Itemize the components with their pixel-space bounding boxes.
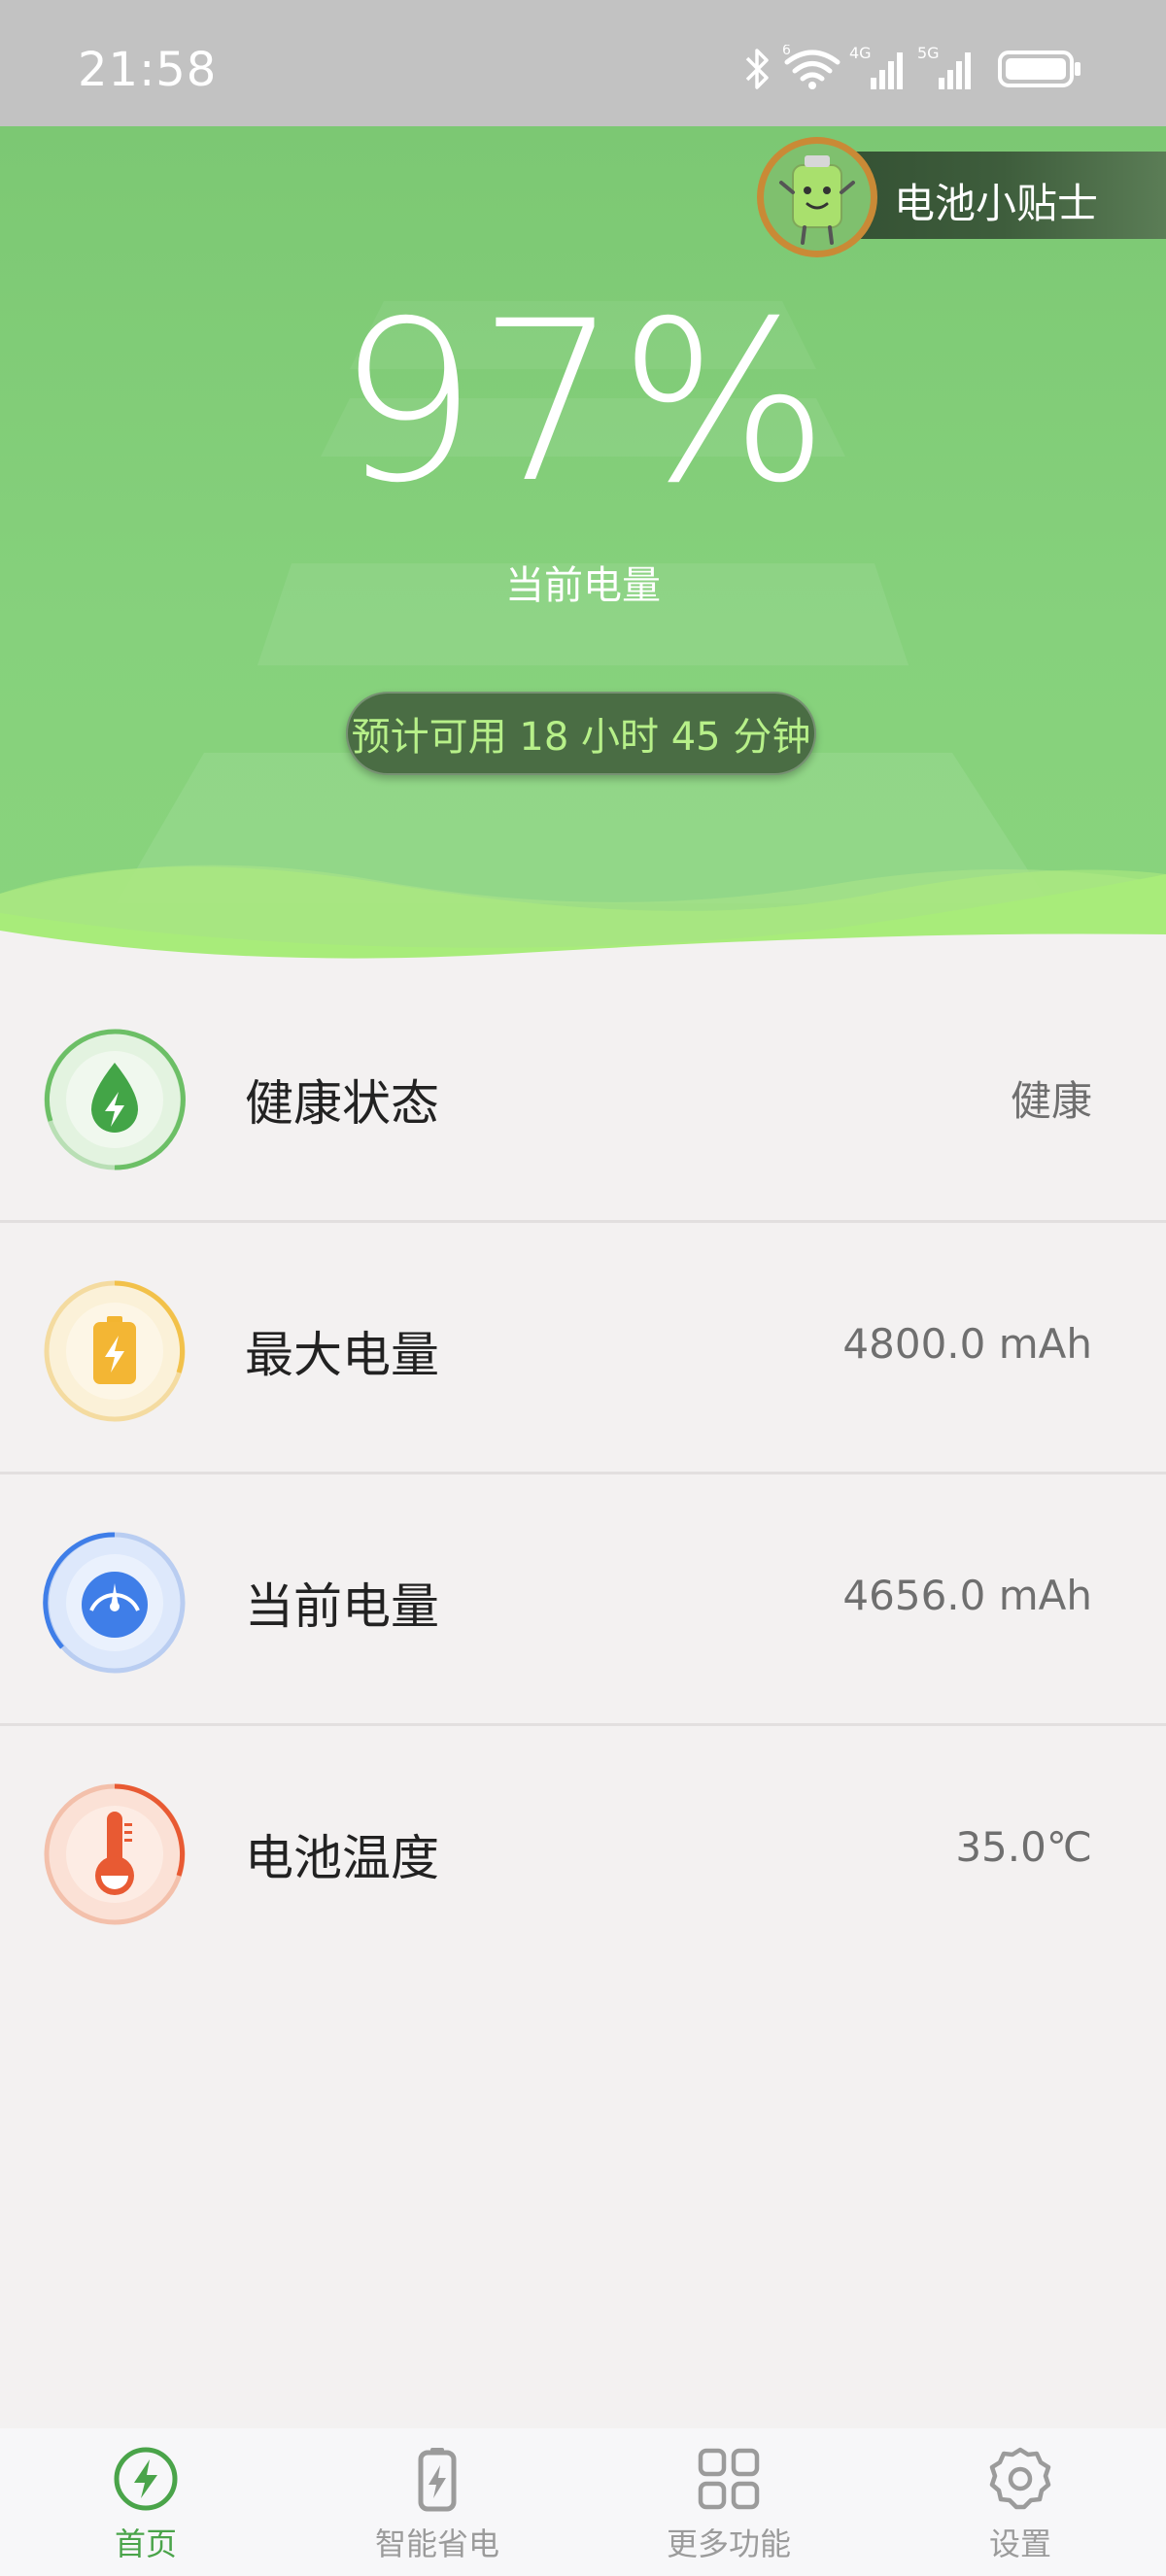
nav-label: 首页 — [114, 2525, 177, 2562]
info-row-label: 电池温度 — [245, 1830, 439, 1886]
battery-percent-caption: 当前电量 — [505, 563, 661, 608]
net1-label: 4G — [849, 45, 872, 62]
battery-mascot-icon — [757, 137, 877, 257]
estimated-usage-pill: 预计可用 18 小时 45 分钟 — [346, 692, 816, 775]
signal-5g-icon: 5G — [917, 45, 971, 89]
nav-item-smart-saving[interactable]: 智能省电 — [292, 2428, 583, 2576]
wifi-icon: 6 — [782, 45, 840, 89]
nav-label: 更多功能 — [666, 2525, 791, 2562]
nav-label: 设置 — [988, 2525, 1051, 2562]
battery-bolt-icon — [44, 1280, 186, 1422]
info-row-value: 4800.0 mAh — [842, 1320, 1092, 1368]
hero-background-decoration — [0, 301, 1166, 962]
info-row-max-capacity[interactable]: 最大电量 4800.0 mAh — [0, 1223, 1166, 1474]
bottom-navigation: 首页 智能省电 更多功能 设置 — [0, 2428, 1166, 2576]
info-row-temperature[interactable]: 电池温度 35.0℃ — [0, 1726, 1166, 1975]
status-icons: 6 4G 5G — [742, 45, 1092, 103]
thermometer-icon — [44, 1783, 186, 1925]
info-row-label: 健康状态 — [245, 1075, 439, 1132]
battery-hero: 电池小贴士 97% 当前电量 预计可用 18 小时 45 分钟 — [0, 126, 1166, 962]
battery-tips-label: 电池小贴士 — [894, 180, 1099, 227]
info-row-label: 最大电量 — [245, 1327, 439, 1383]
grid-icon — [698, 2448, 760, 2510]
battery-bolt-icon — [418, 2448, 457, 2512]
info-row-value: 35.0℃ — [955, 1823, 1092, 1871]
battery-tips-button[interactable]: 电池小贴士 — [757, 137, 1166, 257]
info-row-current-capacity[interactable]: 当前电量 4656.0 mAh — [0, 1474, 1166, 1726]
nav-item-home[interactable]: 首页 — [0, 2428, 292, 2576]
health-drop-icon — [44, 1029, 186, 1170]
wifi-badge: 6 — [782, 45, 791, 58]
battery-percent: 97% — [336, 273, 830, 531]
status-bar: 21:58 6 4G 5G — [0, 0, 1166, 126]
info-row-value: 健康 — [1010, 1077, 1092, 1125]
status-time: 21:58 — [78, 43, 218, 97]
gauge-icon — [43, 1532, 186, 1674]
nav-item-more-features[interactable]: 更多功能 — [583, 2428, 874, 2576]
nav-label: 智能省电 — [374, 2525, 499, 2562]
signal-4g-icon: 4G — [849, 45, 903, 89]
info-row-label: 当前电量 — [245, 1578, 439, 1635]
bluetooth-icon — [745, 49, 769, 89]
battery-icon — [998, 51, 1080, 87]
info-row-health[interactable]: 健康状态 健康 — [0, 971, 1166, 1223]
gear-icon — [989, 2447, 1051, 2510]
nav-item-settings[interactable]: 设置 — [874, 2428, 1166, 2576]
bolt-circle-icon — [114, 2447, 178, 2511]
net2-label: 5G — [917, 45, 940, 62]
battery-info-list: 健康状态 健康 最大电量 4800.0 mAh 当前电量 4656.0 mAh — [0, 971, 1166, 1975]
info-row-value: 4656.0 mAh — [842, 1572, 1092, 1619]
